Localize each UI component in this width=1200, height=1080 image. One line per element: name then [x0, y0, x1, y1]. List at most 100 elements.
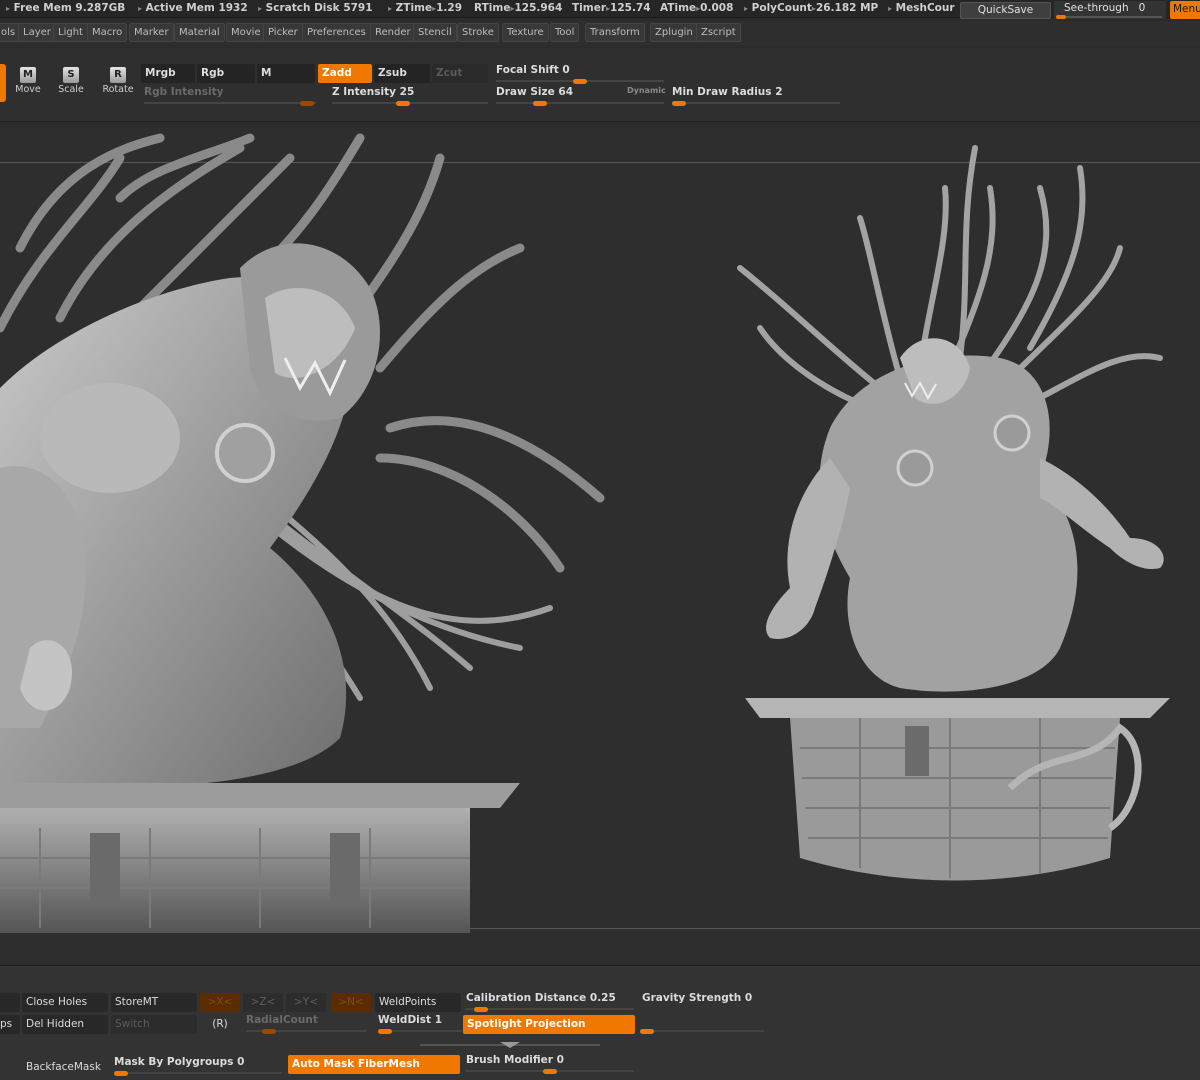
scale-button[interactable]: S Scale — [51, 67, 91, 101]
stat-atime: ATime▸0.008 — [660, 2, 734, 14]
del-hidden-button[interactable]: Del Hidden — [22, 1015, 108, 1034]
switch-button[interactable]: Switch — [111, 1015, 197, 1034]
z-intensity-label: Z Intensity — [332, 86, 396, 98]
menu-light[interactable]: Light — [53, 23, 88, 42]
z-intensity-track — [332, 102, 488, 104]
truncated-ps-button[interactable]: ps — [0, 1015, 20, 1034]
weld-dist-label: WeldDist — [378, 1014, 432, 1026]
y-symmetry-button[interactable]: >Y< — [286, 993, 326, 1012]
weld-dist-knob[interactable] — [378, 1029, 392, 1034]
quicksave-button[interactable]: QuickSave — [960, 2, 1051, 19]
mask-by-polygroups-knob[interactable] — [114, 1071, 128, 1076]
rgb-intensity-track — [144, 102, 316, 104]
weld-points-button[interactable]: WeldPoints — [375, 993, 461, 1012]
dynamic-toggle[interactable]: Dynamic — [627, 86, 666, 95]
rotate-label: Rotate — [102, 84, 134, 95]
weld-dist-slider[interactable]: WeldDist 1 — [378, 1013, 462, 1034]
zsub-button[interactable]: Zsub — [374, 64, 430, 83]
min-draw-radius-knob[interactable] — [672, 101, 686, 106]
zcut-button[interactable]: Zcut — [432, 64, 488, 83]
mask-by-polygroups-label: Mask By Polygroups — [114, 1056, 234, 1068]
menu-preferences[interactable]: Preferences — [302, 23, 371, 42]
draw-size-knob[interactable] — [533, 101, 547, 106]
stat-rtime: RTime▸125.964 — [474, 2, 563, 14]
focal-shift-knob[interactable] — [573, 79, 587, 84]
spotlight-projection-button[interactable]: Spotlight Projection — [463, 1015, 635, 1034]
brush-modifier-knob[interactable] — [543, 1069, 557, 1074]
radial-count-knob[interactable] — [262, 1029, 276, 1034]
stat-free-mem: ▸ Free Mem 9.287GB — [6, 2, 126, 14]
radial-r-toggle[interactable]: (R) — [200, 1015, 240, 1034]
stat-scratch-disk: ▸ Scratch Disk 5791 — [258, 2, 373, 14]
menu-marker[interactable]: Marker — [129, 23, 174, 42]
rgb-intensity-label: Rgb Intensity — [144, 86, 224, 98]
menu-tool[interactable]: Tool — [550, 23, 580, 42]
rgb-button[interactable]: Rgb — [197, 64, 255, 83]
brush-modifier-label: Brush Modifier — [466, 1054, 553, 1066]
move-icon: M — [20, 67, 36, 83]
stat-active-mem: ▸ Active Mem 1932 — [138, 2, 248, 14]
menu-zscript[interactable]: Zscript — [696, 23, 741, 42]
m-button[interactable]: M — [257, 64, 315, 83]
backface-mask-button[interactable]: BackfaceMask — [22, 1058, 110, 1077]
rotate-button[interactable]: R Rotate — [98, 67, 138, 101]
left-truncated-button[interactable] — [0, 993, 20, 1012]
calibration-distance-knob[interactable] — [474, 1007, 488, 1012]
rgb-intensity-slider[interactable]: Rgb Intensity — [144, 85, 316, 106]
menu-macro[interactable]: Macro — [87, 23, 128, 42]
menu-texture[interactable]: Texture — [502, 23, 549, 42]
focal-shift-slider[interactable]: Focal Shift 0 — [496, 63, 664, 84]
auto-mask-fibermesh-button[interactable]: Auto Mask FiberMesh — [288, 1055, 460, 1074]
gravity-strength-label: Gravity Strength — [642, 992, 742, 1004]
calibration-distance-slider[interactable]: Calibration Distance 0.25 — [466, 991, 634, 1012]
mask-by-polygroups-value: 0 — [237, 1056, 245, 1068]
see-through-value: 0 — [1138, 2, 1146, 14]
z-symmetry-button[interactable]: >Z< — [243, 993, 283, 1012]
radial-count-slider[interactable]: RadialCount — [246, 1013, 366, 1034]
zadd-button[interactable]: Zadd — [318, 64, 372, 83]
document-canvas[interactable] — [0, 128, 1200, 963]
menu-picker[interactable]: Picker — [263, 23, 303, 42]
stat-timer: Timer▸125.74 — [572, 2, 651, 14]
rgb-intensity-knob[interactable] — [300, 101, 314, 106]
gravity-strength-slider[interactable]: Gravity Strength 0 — [642, 991, 766, 1011]
radial-count-label: RadialCount — [246, 1014, 318, 1026]
see-through-knob[interactable] — [1056, 15, 1066, 19]
draw-mode-button-edge[interactable] — [0, 64, 6, 102]
panel-collapse-handle[interactable] — [420, 1041, 600, 1049]
n-symmetry-button[interactable]: >N< — [331, 993, 371, 1012]
move-button[interactable]: M Move — [8, 67, 48, 101]
x-symmetry-button[interactable]: >X< — [200, 993, 240, 1012]
menu-transform[interactable]: Transform — [585, 23, 645, 42]
menu-material[interactable]: Material — [174, 23, 225, 42]
sculpt-full-render — [737, 145, 1170, 881]
menu-layer[interactable]: Layer — [18, 23, 56, 42]
focal-shift-label: Focal Shift — [496, 64, 559, 76]
see-through-slider[interactable]: See-through 0 — [1054, 1, 1166, 19]
move-label: Move — [15, 84, 41, 95]
gravity-strength-track — [640, 1030, 764, 1032]
gravity-strength-track-slider[interactable] — [640, 1013, 764, 1034]
stat-meshcount: ▸ MeshCour — [888, 2, 955, 14]
z-intensity-knob[interactable] — [396, 101, 410, 106]
close-holes-button[interactable]: Close Holes — [22, 993, 108, 1012]
menu-movie[interactable]: Movie — [226, 23, 266, 42]
menu-stencil[interactable]: Stencil — [413, 23, 457, 42]
menu-stroke[interactable]: Stroke — [457, 23, 499, 42]
min-draw-radius-slider[interactable]: Min Draw Radius 2 — [672, 85, 840, 106]
mrgb-button[interactable]: Mrgb — [141, 64, 195, 83]
menu-render[interactable]: Render — [370, 23, 416, 42]
store-mt-button[interactable]: StoreMT — [111, 993, 197, 1012]
min-draw-radius-label: Min Draw Radius — [672, 86, 772, 98]
gravity-strength-knob[interactable] — [640, 1029, 654, 1034]
menu-zplugin[interactable]: Zplugin — [650, 23, 698, 42]
brush-modifier-slider[interactable]: Brush Modifier 0 — [466, 1053, 634, 1074]
mask-by-polygroups-track — [114, 1072, 282, 1074]
see-through-label: See-through — [1064, 2, 1129, 14]
mask-by-polygroups-slider[interactable]: Mask By Polygroups 0 — [114, 1055, 282, 1076]
draw-size-track — [496, 102, 664, 104]
see-through-track — [1058, 16, 1162, 18]
draw-size-label: Draw Size — [496, 86, 555, 98]
menus-toggle-button[interactable]: Menu — [1170, 1, 1200, 19]
z-intensity-slider[interactable]: Z Intensity 25 — [332, 85, 488, 106]
